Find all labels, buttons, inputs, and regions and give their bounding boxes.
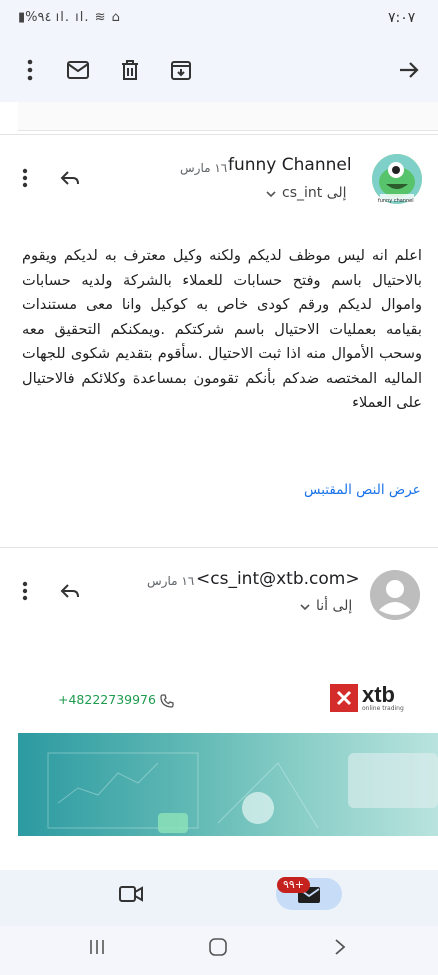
recipient-row[interactable]: إلى أنا [300,596,352,615]
avatar [372,154,422,204]
brand-name: xtb [362,682,395,707]
chevron-down-icon [300,596,310,615]
home-icon[interactable] [208,937,228,961]
system-nav-bar [0,926,438,975]
reply-icon[interactable] [56,164,84,192]
forward-arrow-icon[interactable] [395,56,423,84]
message-body: اعلم انه ليس موظف لديكم ولكنه وكيل معترف… [22,247,422,411]
recipient-row[interactable]: إلى cs_int [266,183,347,202]
message-date: ١٦ مارس [147,574,195,588]
sender-name[interactable]: <cs_int@xtb.com> [196,569,360,589]
avatar-caption: funny channel [378,198,414,204]
mail-icon[interactable] [64,56,92,84]
unread-badge: ٩٩+ [277,877,311,893]
brand-subtitle: online trading [362,705,404,712]
sender-name[interactable]: funny Channel [228,155,352,175]
bottom-nav [0,870,438,926]
message-more-icon[interactable] [11,164,39,192]
archive-icon[interactable] [167,56,195,84]
message-date: ١٦ مارس [180,161,228,175]
recent-apps-icon[interactable] [88,938,106,960]
divider [0,547,438,548]
xtb-mark-icon [330,684,358,712]
status-indicators: ▮%٩٤ ıl. ıl. ≋ ⌂ [18,10,121,25]
recipient-label: إلى cs_int [282,184,347,201]
promo-banner-image [18,733,438,836]
email-toolbar [0,40,438,102]
collapsed-message-strip[interactable] [18,102,438,131]
avatar [370,570,420,620]
recipient-label: إلى أنا [316,597,353,614]
meet-video-icon[interactable] [118,884,144,908]
phone-number[interactable]: +48222739976 [58,692,156,707]
status-time: ٧:٠٧ [388,10,416,26]
divider [0,134,438,135]
show-quoted-text-link[interactable]: عرض النص المقتبس [304,482,421,498]
more-vert-icon[interactable] [16,56,44,84]
back-icon[interactable] [334,938,346,960]
status-bar: ▮%٩٤ ıl. ıl. ≋ ⌂ ٧:٠٧ [0,0,438,40]
message-more-icon[interactable] [11,577,39,605]
xtb-logo: xtb online trading [330,684,404,712]
chevron-down-icon [266,183,276,202]
phone-icon[interactable] [160,693,174,712]
reply-icon[interactable] [56,577,84,605]
delete-icon[interactable] [116,56,144,84]
